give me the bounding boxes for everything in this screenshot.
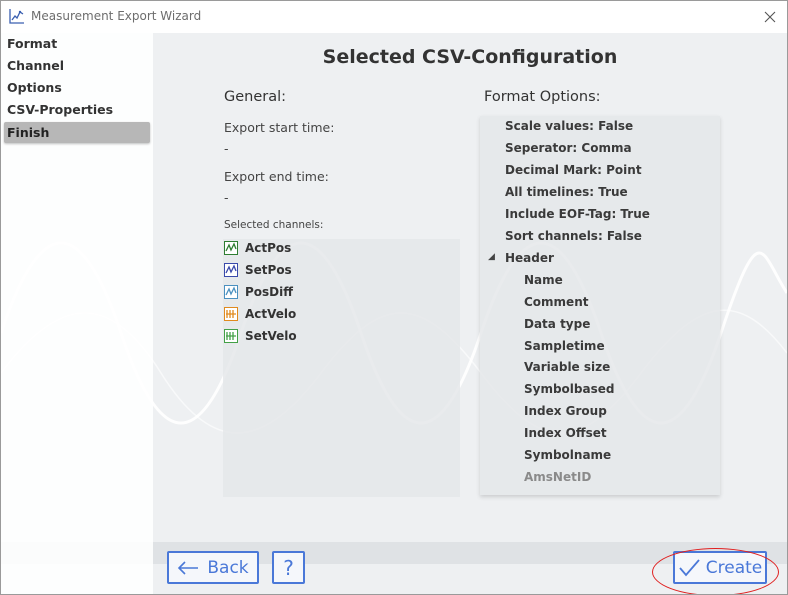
channel-name: ActVelo: [245, 307, 297, 321]
sidebar-item-channel[interactable]: Channel: [4, 55, 150, 76]
format-option-item: All timelines: True: [505, 185, 628, 199]
channel-item: ActPos: [224, 239, 291, 257]
channel-name: PosDiff: [245, 285, 293, 299]
channel-signal-icon: [224, 307, 238, 321]
header-child-item: Symbolname: [524, 448, 612, 462]
sidebar-item-csv-properties[interactable]: CSV-Properties: [4, 99, 150, 120]
channel-item: SetPos: [224, 261, 292, 279]
close-icon: [764, 11, 776, 22]
channel-signal-icon: [224, 285, 238, 299]
format-option-item: Sort channels: False: [505, 229, 642, 243]
channel-signal-icon: [224, 263, 238, 277]
header-child-item: AmsNetID: [524, 470, 592, 484]
title-bar: Measurement Export Wizard: [1, 1, 787, 32]
expand-collapse-icon[interactable]: ◢: [488, 252, 495, 262]
header-child-item: Symbolbased: [524, 382, 615, 396]
header-child-item: Name: [524, 273, 563, 287]
channel-item: PosDiff: [224, 283, 293, 301]
window-title: Measurement Export Wizard: [31, 9, 202, 23]
header-child-item: Data type: [524, 317, 591, 331]
export-end-time-label: Export end time:: [224, 169, 329, 184]
wizard-window: Measurement Export Wizard Format Channel…: [0, 0, 788, 595]
header-child-item: Index Group: [524, 404, 607, 418]
sidebar-item-options[interactable]: Options: [4, 77, 150, 98]
close-button[interactable]: [753, 1, 787, 32]
channel-name: SetVelo: [245, 329, 297, 343]
channel-item: ActVelo: [224, 305, 296, 323]
header-group-label[interactable]: Header: [505, 249, 554, 267]
general-section-title: General:: [224, 89, 287, 105]
arrow-left-icon: [178, 560, 199, 575]
selected-channels-label: Selected channels:: [224, 219, 324, 231]
create-button[interactable]: Create: [673, 551, 767, 584]
channel-signal-icon: [224, 241, 238, 255]
export-start-time-label: Export start time:: [224, 120, 335, 135]
header-child-item: Variable size: [524, 360, 611, 374]
channel-item: SetVelo: [224, 327, 297, 345]
export-start-time-value: -: [224, 141, 229, 156]
back-button[interactable]: Back: [167, 551, 259, 584]
sidebar-item-format[interactable]: Format: [4, 33, 150, 54]
wizard-sidebar: Format Channel Options CSV-Properties Fi…: [1, 33, 153, 594]
header-child-item: Sampletime: [524, 339, 605, 353]
channel-signal-icon: [224, 329, 238, 343]
page-title: Selected CSV-Configuration: [322, 46, 618, 68]
channel-name: ActPos: [245, 241, 292, 255]
create-button-label: Create: [705, 557, 763, 578]
measurement-app-icon: [9, 9, 24, 24]
format-option-item: Decimal Mark: Point: [505, 163, 642, 177]
wizard-content: Format Channel Options CSV-Properties Fi…: [1, 33, 787, 594]
format-option-item: Seperator: Comma: [505, 141, 632, 155]
help-button[interactable]: ?: [272, 551, 305, 584]
channel-name: SetPos: [245, 263, 292, 277]
help-button-label: ?: [283, 555, 294, 580]
export-end-time-value: -: [224, 190, 229, 205]
sidebar-item-finish[interactable]: Finish: [4, 122, 150, 143]
format-options-title: Format Options:: [484, 89, 601, 105]
format-option-item: Include EOF-Tag: True: [505, 207, 650, 221]
format-option-item: Scale values: False: [505, 119, 634, 133]
header-child-item: Index Offset: [524, 426, 607, 440]
back-button-label: Back: [207, 557, 249, 578]
checkmark-icon: [679, 558, 700, 576]
header-child-item: Comment: [524, 295, 589, 309]
